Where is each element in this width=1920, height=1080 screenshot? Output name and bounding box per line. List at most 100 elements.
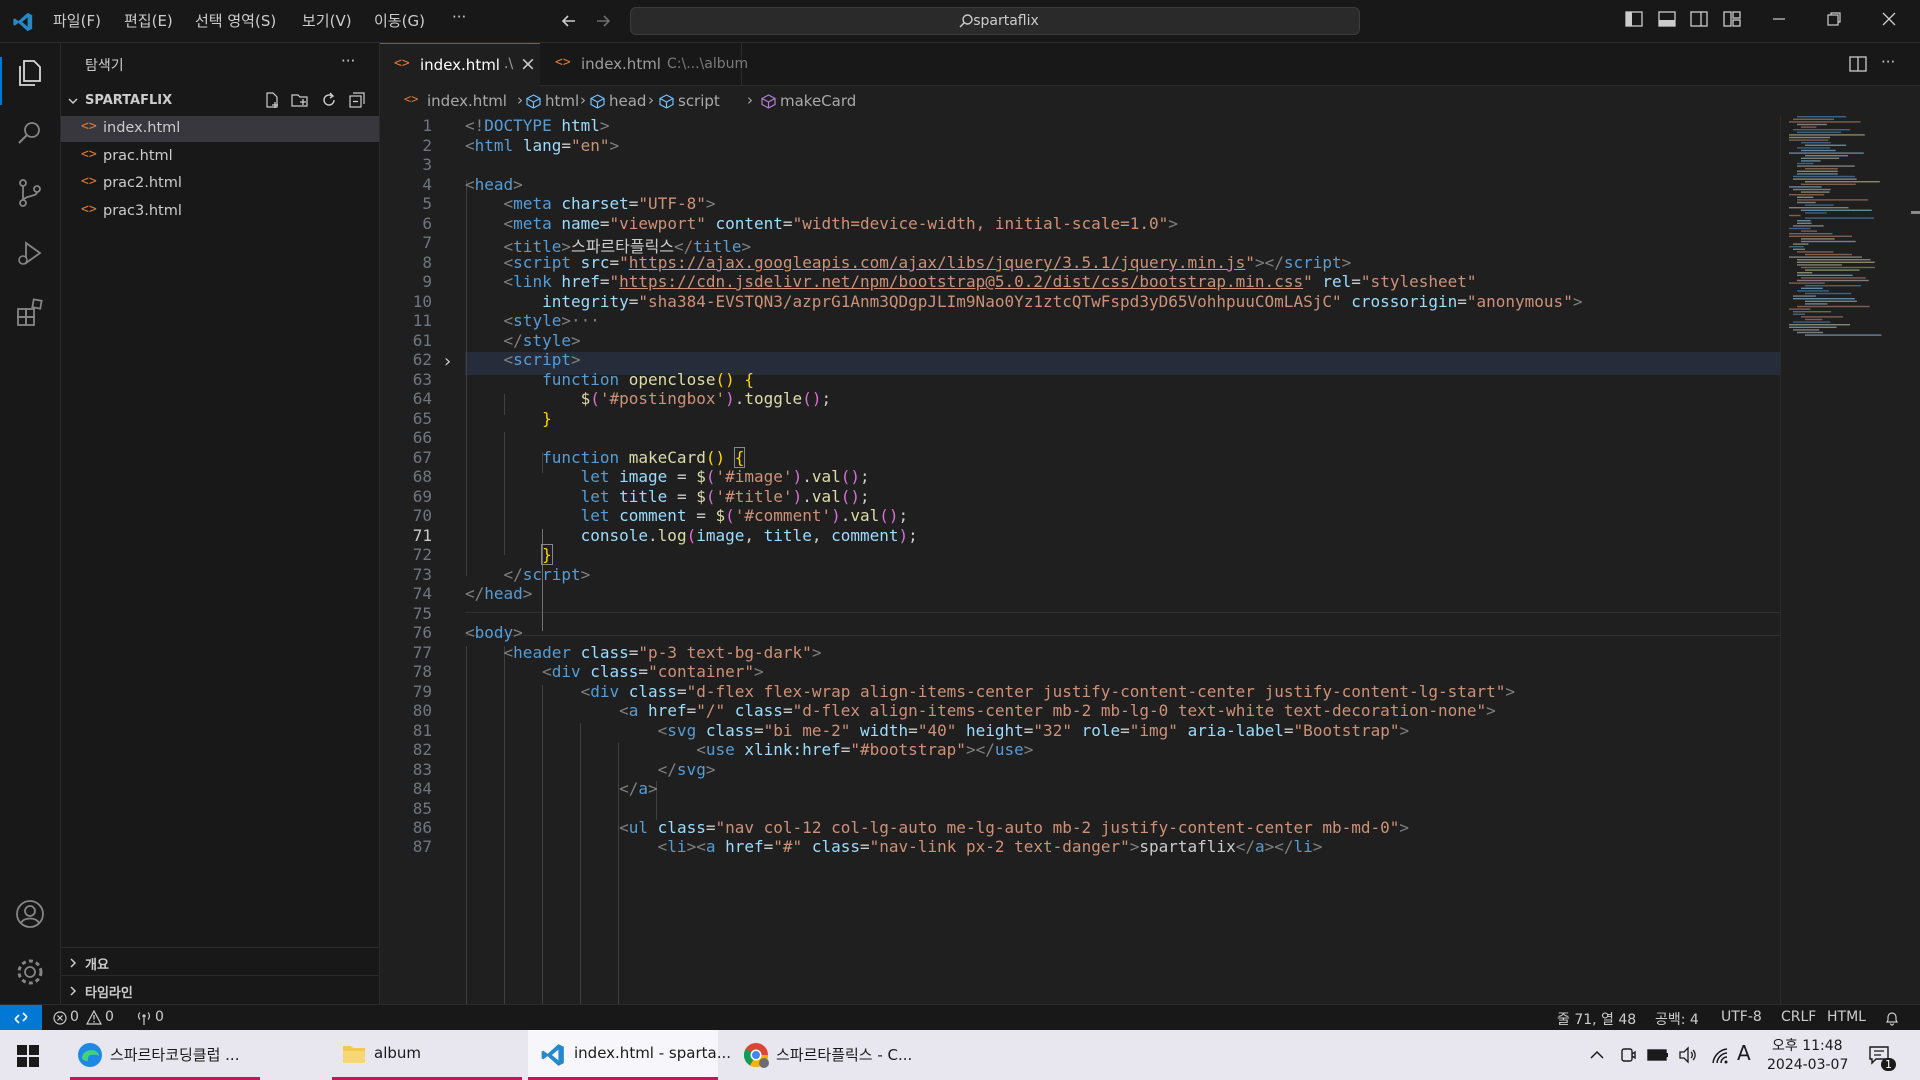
minimap-line (1801, 266, 1876, 269)
minimap[interactable] (1780, 116, 1920, 1004)
minimap-line (1805, 303, 1828, 305)
new-file-icon[interactable] (263, 91, 281, 109)
taskbar-item-edge[interactable]: 스파르타코딩클럽 ... (70, 1030, 260, 1080)
notifications-bell-icon[interactable] (1884, 1010, 1900, 1026)
code-line: <meta name="viewport" content="width=dev… (503, 214, 1178, 233)
refresh-icon[interactable] (320, 91, 338, 109)
line-number: 1 (422, 116, 432, 135)
breadcrumb-file[interactable]: index.html (427, 92, 507, 110)
menu-more[interactable]: ··· (452, 8, 466, 26)
windows-start-icon[interactable] (17, 1045, 39, 1067)
chevron-right-icon (70, 958, 77, 968)
fold-chevron-icon[interactable]: › (444, 351, 451, 372)
cursor-position[interactable]: 줄 71, 열 48 (1557, 1009, 1636, 1029)
minimap-line (1797, 220, 1811, 222)
code-line: function openclose() { (542, 370, 755, 389)
chevron-up-icon[interactable] (1589, 1047, 1605, 1063)
outline-section[interactable]: 개요 (61, 951, 379, 975)
remote-indicator[interactable] (0, 1005, 42, 1031)
menu-view[interactable]: 보기(V) (302, 10, 352, 31)
back-arrow-icon[interactable] (560, 12, 578, 30)
split-editor-icon[interactable] (1849, 56, 1867, 72)
breadcrumb-script[interactable]: script (678, 92, 720, 110)
source-control-icon[interactable] (14, 177, 46, 209)
warning-count[interactable]: 0 (105, 1009, 114, 1025)
taskbar-item-explorer[interactable]: album (332, 1030, 522, 1080)
minimap-line (1801, 287, 1823, 289)
line-number: 65 (412, 409, 432, 428)
menu-edit[interactable]: 편집(E) (124, 10, 173, 31)
minimap-line (1801, 149, 1836, 152)
menu-selection[interactable]: 선택 영역(S) (195, 10, 276, 31)
extensions-icon[interactable] (14, 297, 46, 329)
menu-file[interactable]: 파일(F) (53, 10, 101, 31)
command-center-search[interactable]: spartaflix (630, 7, 1360, 35)
ports-count[interactable]: 0 (155, 1009, 164, 1025)
taskbar-item-chrome[interactable]: 스파르타플릭스 - C... (736, 1030, 926, 1080)
line-number: 84 (412, 779, 432, 798)
restore-icon[interactable] (1825, 11, 1843, 27)
indentation[interactable]: 공백: 4 (1655, 1009, 1699, 1029)
code-editor[interactable]: 1 2 3 4 5 6 7 8 9 10 11 61 62 63 64 65 66 67 68 69 70 71 72 73 7… (380, 116, 1780, 1004)
meet-now-icon[interactable] (1619, 1046, 1637, 1064)
clock-time[interactable]: 오후 11:48 (1772, 1035, 1843, 1055)
error-count[interactable]: 0 (70, 1009, 79, 1025)
file-item-prac3[interactable]: <> prac3.html (61, 199, 379, 225)
chrome-browser-icon (743, 1043, 769, 1068)
accounts-icon[interactable] (14, 898, 46, 930)
error-icon[interactable] (53, 1011, 67, 1025)
new-folder-icon[interactable] (291, 91, 309, 109)
taskbar-label: album (374, 1044, 421, 1062)
timeline-section[interactable]: 타임라인 (61, 979, 379, 1003)
taskbar-label: 스파르타코딩클럽 ... (110, 1046, 240, 1064)
tab-label: index.html (420, 56, 500, 74)
more-actions-icon[interactable]: ··· (1881, 53, 1895, 71)
html-file-icon: <> (81, 202, 97, 217)
collapse-all-icon[interactable] (348, 91, 366, 109)
code-line: <div class="container"> (542, 662, 764, 681)
toggle-primary-sidebar-icon[interactable] (1625, 11, 1643, 27)
volume-icon[interactable] (1678, 1046, 1698, 1064)
minimap-line (1801, 316, 1843, 318)
sidebar-more-button[interactable]: ··· (341, 52, 355, 70)
run-debug-icon[interactable] (14, 237, 46, 269)
ime-indicator[interactable]: A (1737, 1041, 1751, 1065)
language-mode[interactable]: HTML (1827, 1009, 1866, 1025)
line-number: 4 (422, 175, 432, 194)
warning-icon[interactable] (86, 1010, 102, 1025)
folder-header[interactable]: SPARTAFLIX (61, 89, 379, 113)
file-item-prac2[interactable]: <> prac2.html (61, 171, 379, 197)
timeline-label: 타임라인 (85, 986, 133, 1001)
encoding[interactable]: UTF-8 (1721, 1009, 1762, 1025)
line-ending[interactable]: CRLF (1781, 1009, 1816, 1025)
tab-close-button[interactable]: × (520, 53, 536, 75)
forward-arrow-icon[interactable] (594, 12, 612, 30)
breadcrumb-head[interactable]: head (609, 92, 646, 110)
manage-gear-icon[interactable] (14, 956, 46, 988)
customize-layout-icon[interactable] (1723, 11, 1741, 27)
tab-index-active[interactable]: <> index.html .\ × (380, 43, 540, 86)
explorer-icon[interactable] (14, 57, 46, 89)
file-item-index[interactable]: <> index.html (61, 116, 379, 142)
taskbar-item-vscode[interactable]: index.html - sparta... (528, 1030, 731, 1080)
search-view-icon[interactable] (14, 117, 46, 149)
code-line: $('#postingbox').toggle(); (580, 389, 832, 408)
wifi-icon[interactable] (1711, 1048, 1729, 1064)
breadcrumb-makecard[interactable]: makeCard (780, 92, 856, 110)
line-number: 9 (422, 272, 432, 291)
ports-broadcast-icon[interactable] (136, 1010, 152, 1026)
line-number: 8 (422, 253, 432, 272)
toggle-secondary-sidebar-icon[interactable] (1690, 11, 1708, 27)
toggle-panel-icon[interactable] (1658, 11, 1676, 27)
menu-go[interactable]: 이동(G) (374, 10, 425, 31)
battery-icon (1647, 1049, 1668, 1061)
minimap-line (1805, 204, 1834, 206)
clock-date[interactable]: 2024-03-07 (1767, 1057, 1848, 1073)
tab-index-album[interactable]: <> index.html C:\...\album (541, 43, 748, 85)
file-item-prac[interactable]: <> prac.html (61, 144, 379, 170)
close-window-icon[interactable] (1880, 11, 1898, 27)
minimap-line (1789, 235, 1852, 237)
minimize-icon[interactable] (1770, 11, 1788, 27)
breadcrumb-html[interactable]: html (545, 92, 579, 110)
vscode-logo-icon[interactable] (12, 11, 34, 33)
